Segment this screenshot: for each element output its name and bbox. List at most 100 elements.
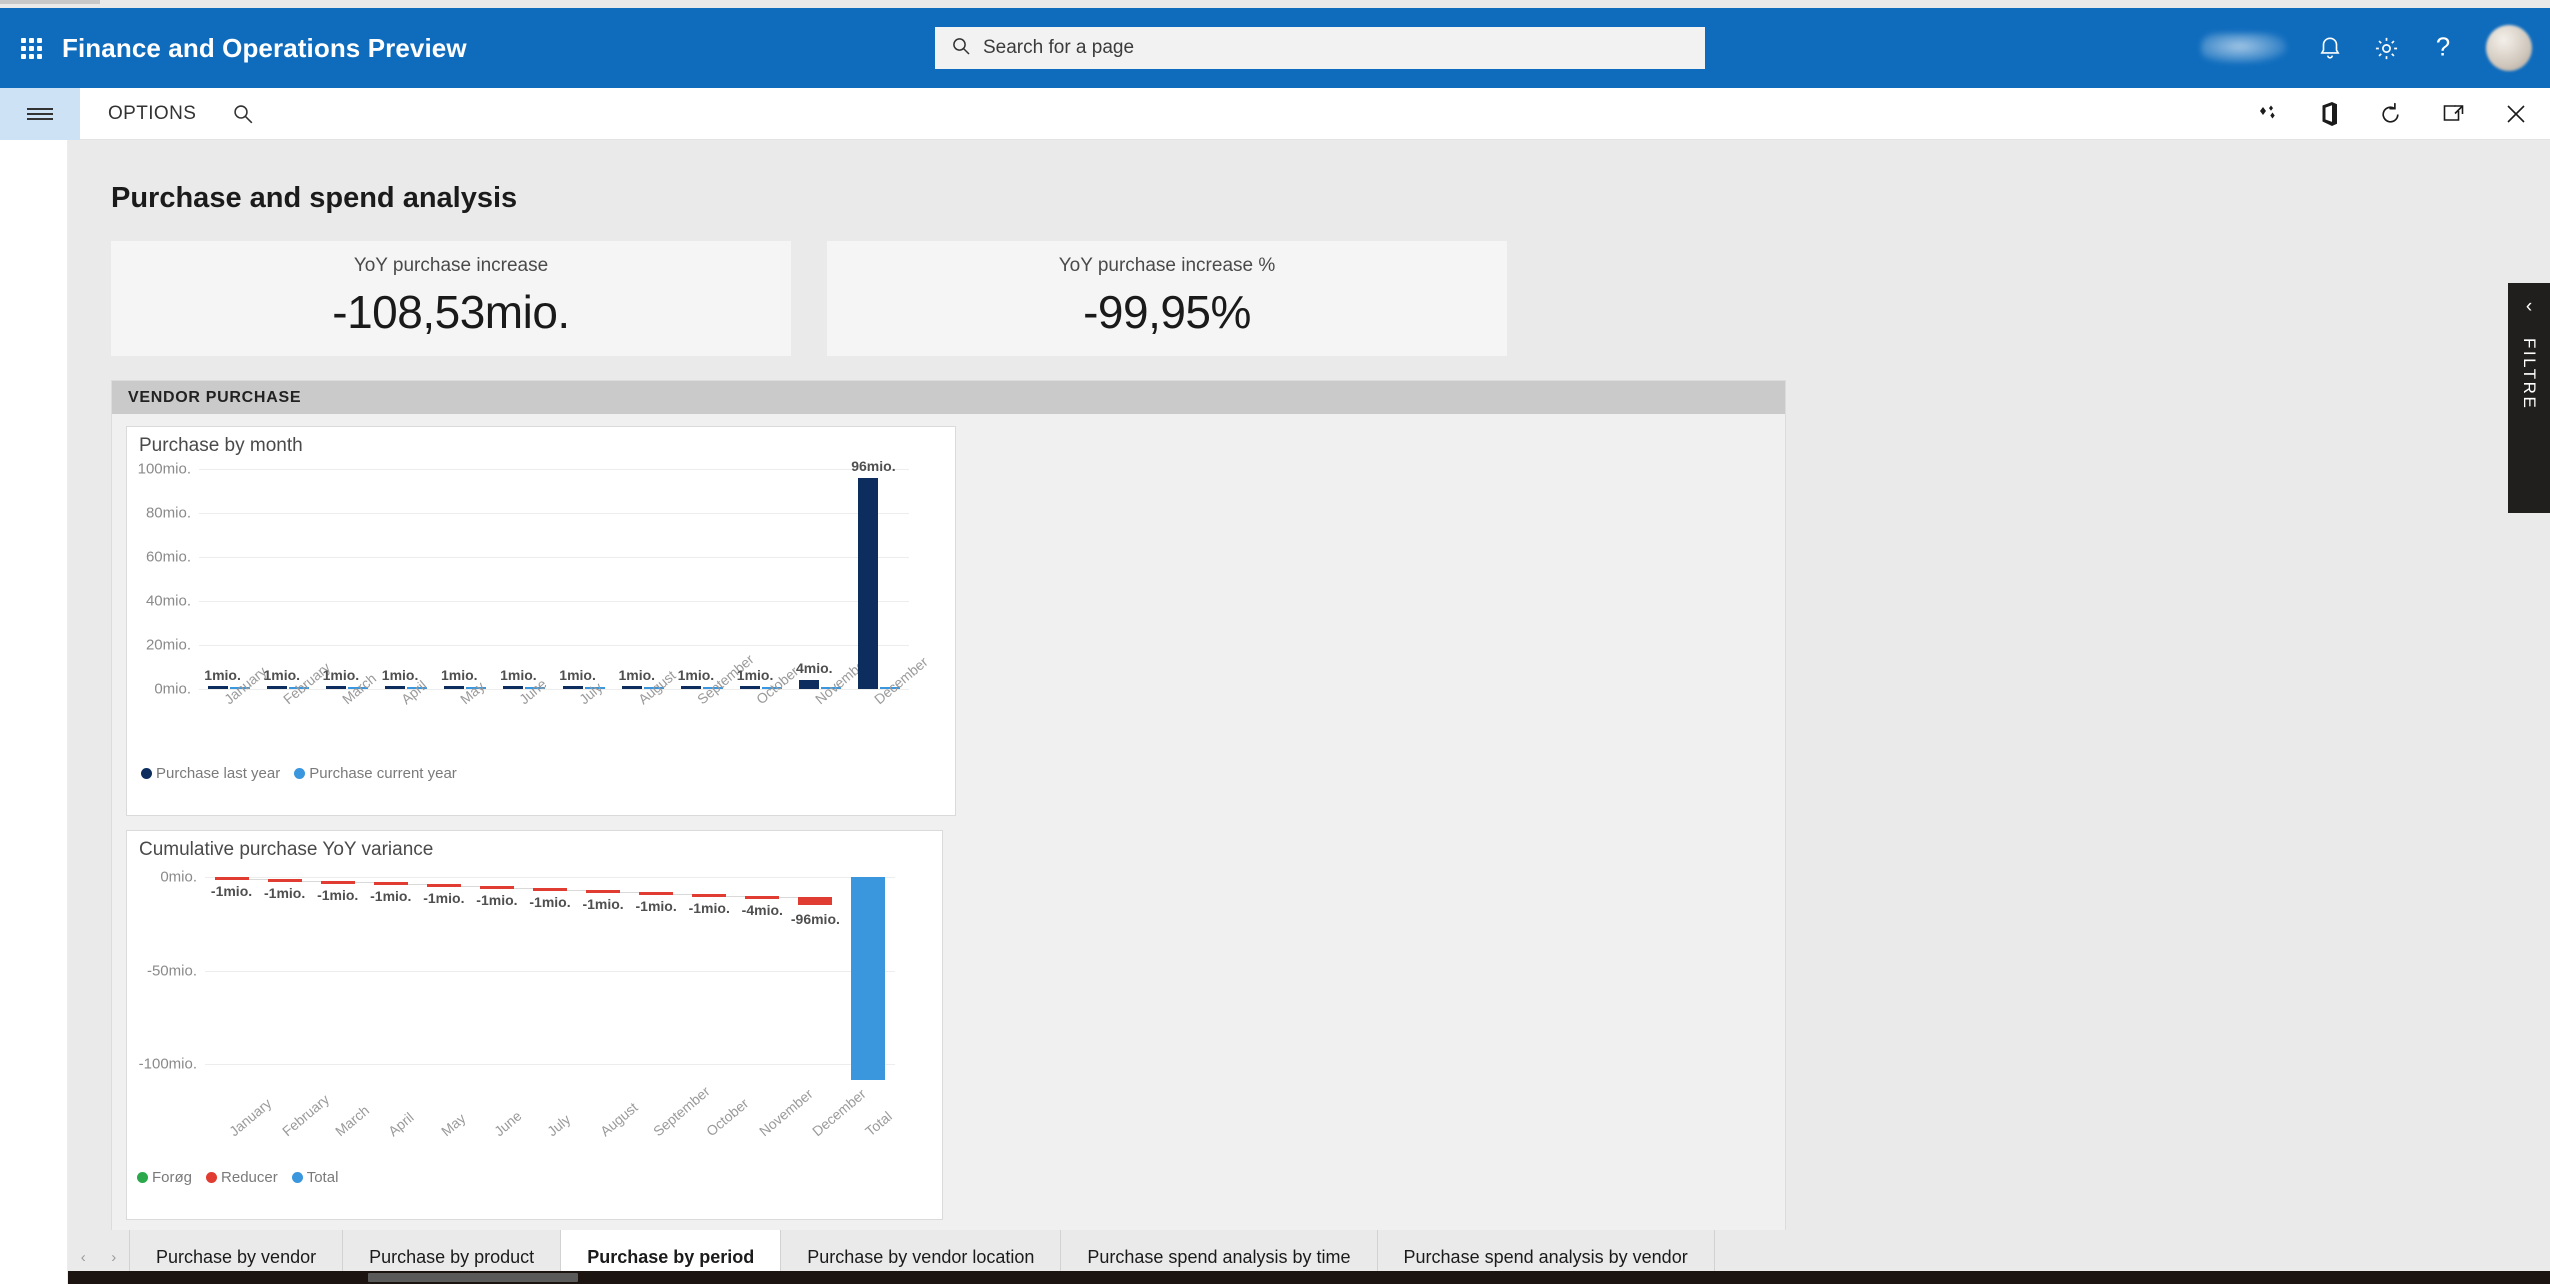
waterfall-connector: [513, 888, 533, 889]
chart-data-label: 1mio.: [677, 666, 715, 683]
scrollbar-thumb[interactable]: [368, 1273, 578, 1282]
waterfall-segment[interactable]: [373, 882, 408, 886]
close-icon[interactable]: [2504, 102, 2528, 126]
app-header: Finance and Operations Preview Search fo…: [0, 8, 2550, 88]
user-avatar[interactable]: [2486, 25, 2532, 71]
legend-swatch: [137, 1172, 148, 1183]
legend-item[interactable]: Forøg: [137, 1169, 192, 1186]
chart-bar-last-year[interactable]: [444, 686, 465, 689]
tile-grid: Purchase by month 0mio. 20mio. 40mio. 60mio…: [112, 414, 1785, 1284]
global-search-box[interactable]: Search for a page: [935, 27, 1705, 69]
waterfall-segment[interactable]: [426, 884, 461, 888]
waterfall-connector: [567, 889, 587, 891]
waffle-icon[interactable]: [0, 37, 62, 59]
chart-legend[interactable]: Purchase last year Purchase current year: [141, 765, 457, 782]
company-badge[interactable]: [2201, 33, 2287, 63]
horizontal-scrollbar[interactable]: [68, 1271, 2550, 1284]
kpi-tile-yoy-purchase-increase-pct[interactable]: YoY purchase increase % -99,95%: [827, 241, 1507, 356]
office-icon[interactable]: [2319, 101, 2340, 127]
chart-bar-last-year[interactable]: [562, 686, 583, 689]
chart-bar-last-year[interactable]: [799, 680, 820, 689]
hamburger-icon[interactable]: [0, 87, 80, 140]
chart-bar-last-year[interactable]: [621, 686, 642, 689]
settings-gear-icon[interactable]: [2373, 35, 2400, 62]
filter-panel-label: FILTRE: [2520, 338, 2539, 411]
chart-x-tick-label: March: [331, 1101, 372, 1140]
tab-next-arrow[interactable]: ›: [111, 1249, 116, 1266]
waterfall-segment[interactable]: [639, 891, 674, 895]
waterfall-segment[interactable]: [214, 876, 249, 880]
chart-bar-last-year[interactable]: [385, 686, 406, 689]
waterfall-segment[interactable]: [320, 880, 355, 884]
chart-x-tick-label: December: [809, 1085, 870, 1140]
legend-label: Purchase last year: [156, 765, 281, 782]
chart-bar-last-year[interactable]: [740, 686, 761, 689]
legend-item[interactable]: Purchase last year: [141, 765, 280, 782]
chart-data-label: 1mio.: [204, 666, 241, 683]
waterfall-segment[interactable]: [479, 886, 514, 890]
waterfall-connector: [460, 886, 480, 888]
chart-data-label: 1mio.: [381, 666, 419, 683]
options-menu-button[interactable]: OPTIONS: [108, 103, 196, 125]
waterfall-connector: [301, 880, 321, 882]
chart-bar-last-year[interactable]: [325, 686, 346, 689]
chart-y-tick-label: 80mio.: [145, 504, 191, 522]
group-header: VENDOR PURCHASE: [112, 381, 1785, 414]
chart-legend[interactable]: Forøg Reducer Total: [137, 1169, 338, 1186]
chart-y-tick-label: 0mio.: [160, 868, 197, 886]
chart-data-label: 1mio.: [322, 666, 360, 683]
kpi-label: YoY purchase increase %: [1058, 255, 1276, 276]
refresh-icon[interactable]: [2378, 102, 2403, 127]
popout-icon[interactable]: [2441, 103, 2466, 125]
chart-x-tick-label: July: [544, 1110, 574, 1140]
chart-bar-last-year[interactable]: [207, 686, 228, 689]
chart-data-label: 1mio.: [440, 666, 478, 683]
waterfall-segment[interactable]: [692, 893, 727, 897]
waterfall-segment[interactable]: [267, 878, 302, 882]
chart-data-label: -1mio.: [582, 895, 624, 912]
tab-prev-arrow[interactable]: ‹: [81, 1249, 86, 1266]
kpi-row: YoY purchase increase -108,53mio. YoY pu…: [68, 215, 2550, 356]
chart-bar-last-year[interactable]: [858, 477, 879, 689]
chart-data-label: -1mio.: [635, 897, 677, 914]
waterfall-segment[interactable]: [533, 888, 567, 891]
chart-x-tick-label: August: [597, 1098, 641, 1140]
chart-purchase-by-month[interactable]: Purchase by month 0mio. 20mio. 40mio. 60mio…: [126, 426, 956, 816]
chart-bar-last-year[interactable]: [503, 686, 524, 689]
chart-data-label: -1mio.: [688, 899, 730, 916]
waterfall-segment[interactable]: [851, 876, 886, 1081]
notification-bell-icon[interactable]: [2317, 35, 2343, 61]
waterfall-connector: [620, 891, 640, 893]
chart-data-label: -96mio.: [790, 910, 840, 927]
legend-item[interactable]: Reducer: [206, 1169, 278, 1186]
kpi-tile-yoy-purchase-increase[interactable]: YoY purchase increase -108,53mio.: [111, 241, 791, 356]
chart-plot-area: 0mio. 20mio. 40mio. 60mio. 80mio. 100mio. 1mio…: [138, 458, 932, 707]
chart-bar-last-year[interactable]: [266, 686, 287, 689]
chart-cumulative-yoy-variance[interactable]: Cumulative purchase YoY variance 0mio. -5…: [126, 830, 943, 1220]
search-icon: [951, 36, 971, 61]
waterfall-segment[interactable]: [798, 897, 833, 905]
chart-x-tick-label: May: [437, 1109, 469, 1140]
filter-panel-tab[interactable]: ‹ FILTRE: [2508, 283, 2550, 513]
chevron-left-icon[interactable]: ‹: [2526, 297, 2532, 316]
svg-text:?: ?: [2436, 34, 2450, 62]
legend-label: Purchase current year: [309, 765, 457, 782]
page-search-icon[interactable]: [232, 103, 254, 125]
chart-gridline: [199, 557, 909, 558]
legend-item[interactable]: Purchase current year: [294, 765, 457, 782]
chart-bar-last-year[interactable]: [680, 686, 701, 689]
chart-data-label: 1mio.: [736, 666, 774, 683]
chart-y-tick-label: 0mio.: [154, 680, 191, 698]
legend-item[interactable]: Total: [291, 1169, 338, 1186]
help-question-icon[interactable]: ?: [2430, 33, 2456, 63]
chart-data-label: -1mio.: [370, 888, 412, 905]
waterfall-segment[interactable]: [586, 889, 621, 893]
chart-x-tick-label: November: [756, 1085, 817, 1140]
personalize-icon[interactable]: [2257, 104, 2281, 124]
chart-data-label: -1mio.: [317, 886, 359, 903]
global-search-placeholder: Search for a page: [983, 37, 1135, 58]
chart-gridline: [199, 601, 909, 602]
waterfall-segment[interactable]: [745, 895, 780, 899]
chart-y-tick-label: 100mio.: [137, 460, 191, 478]
chart-gridline: [205, 1064, 895, 1066]
